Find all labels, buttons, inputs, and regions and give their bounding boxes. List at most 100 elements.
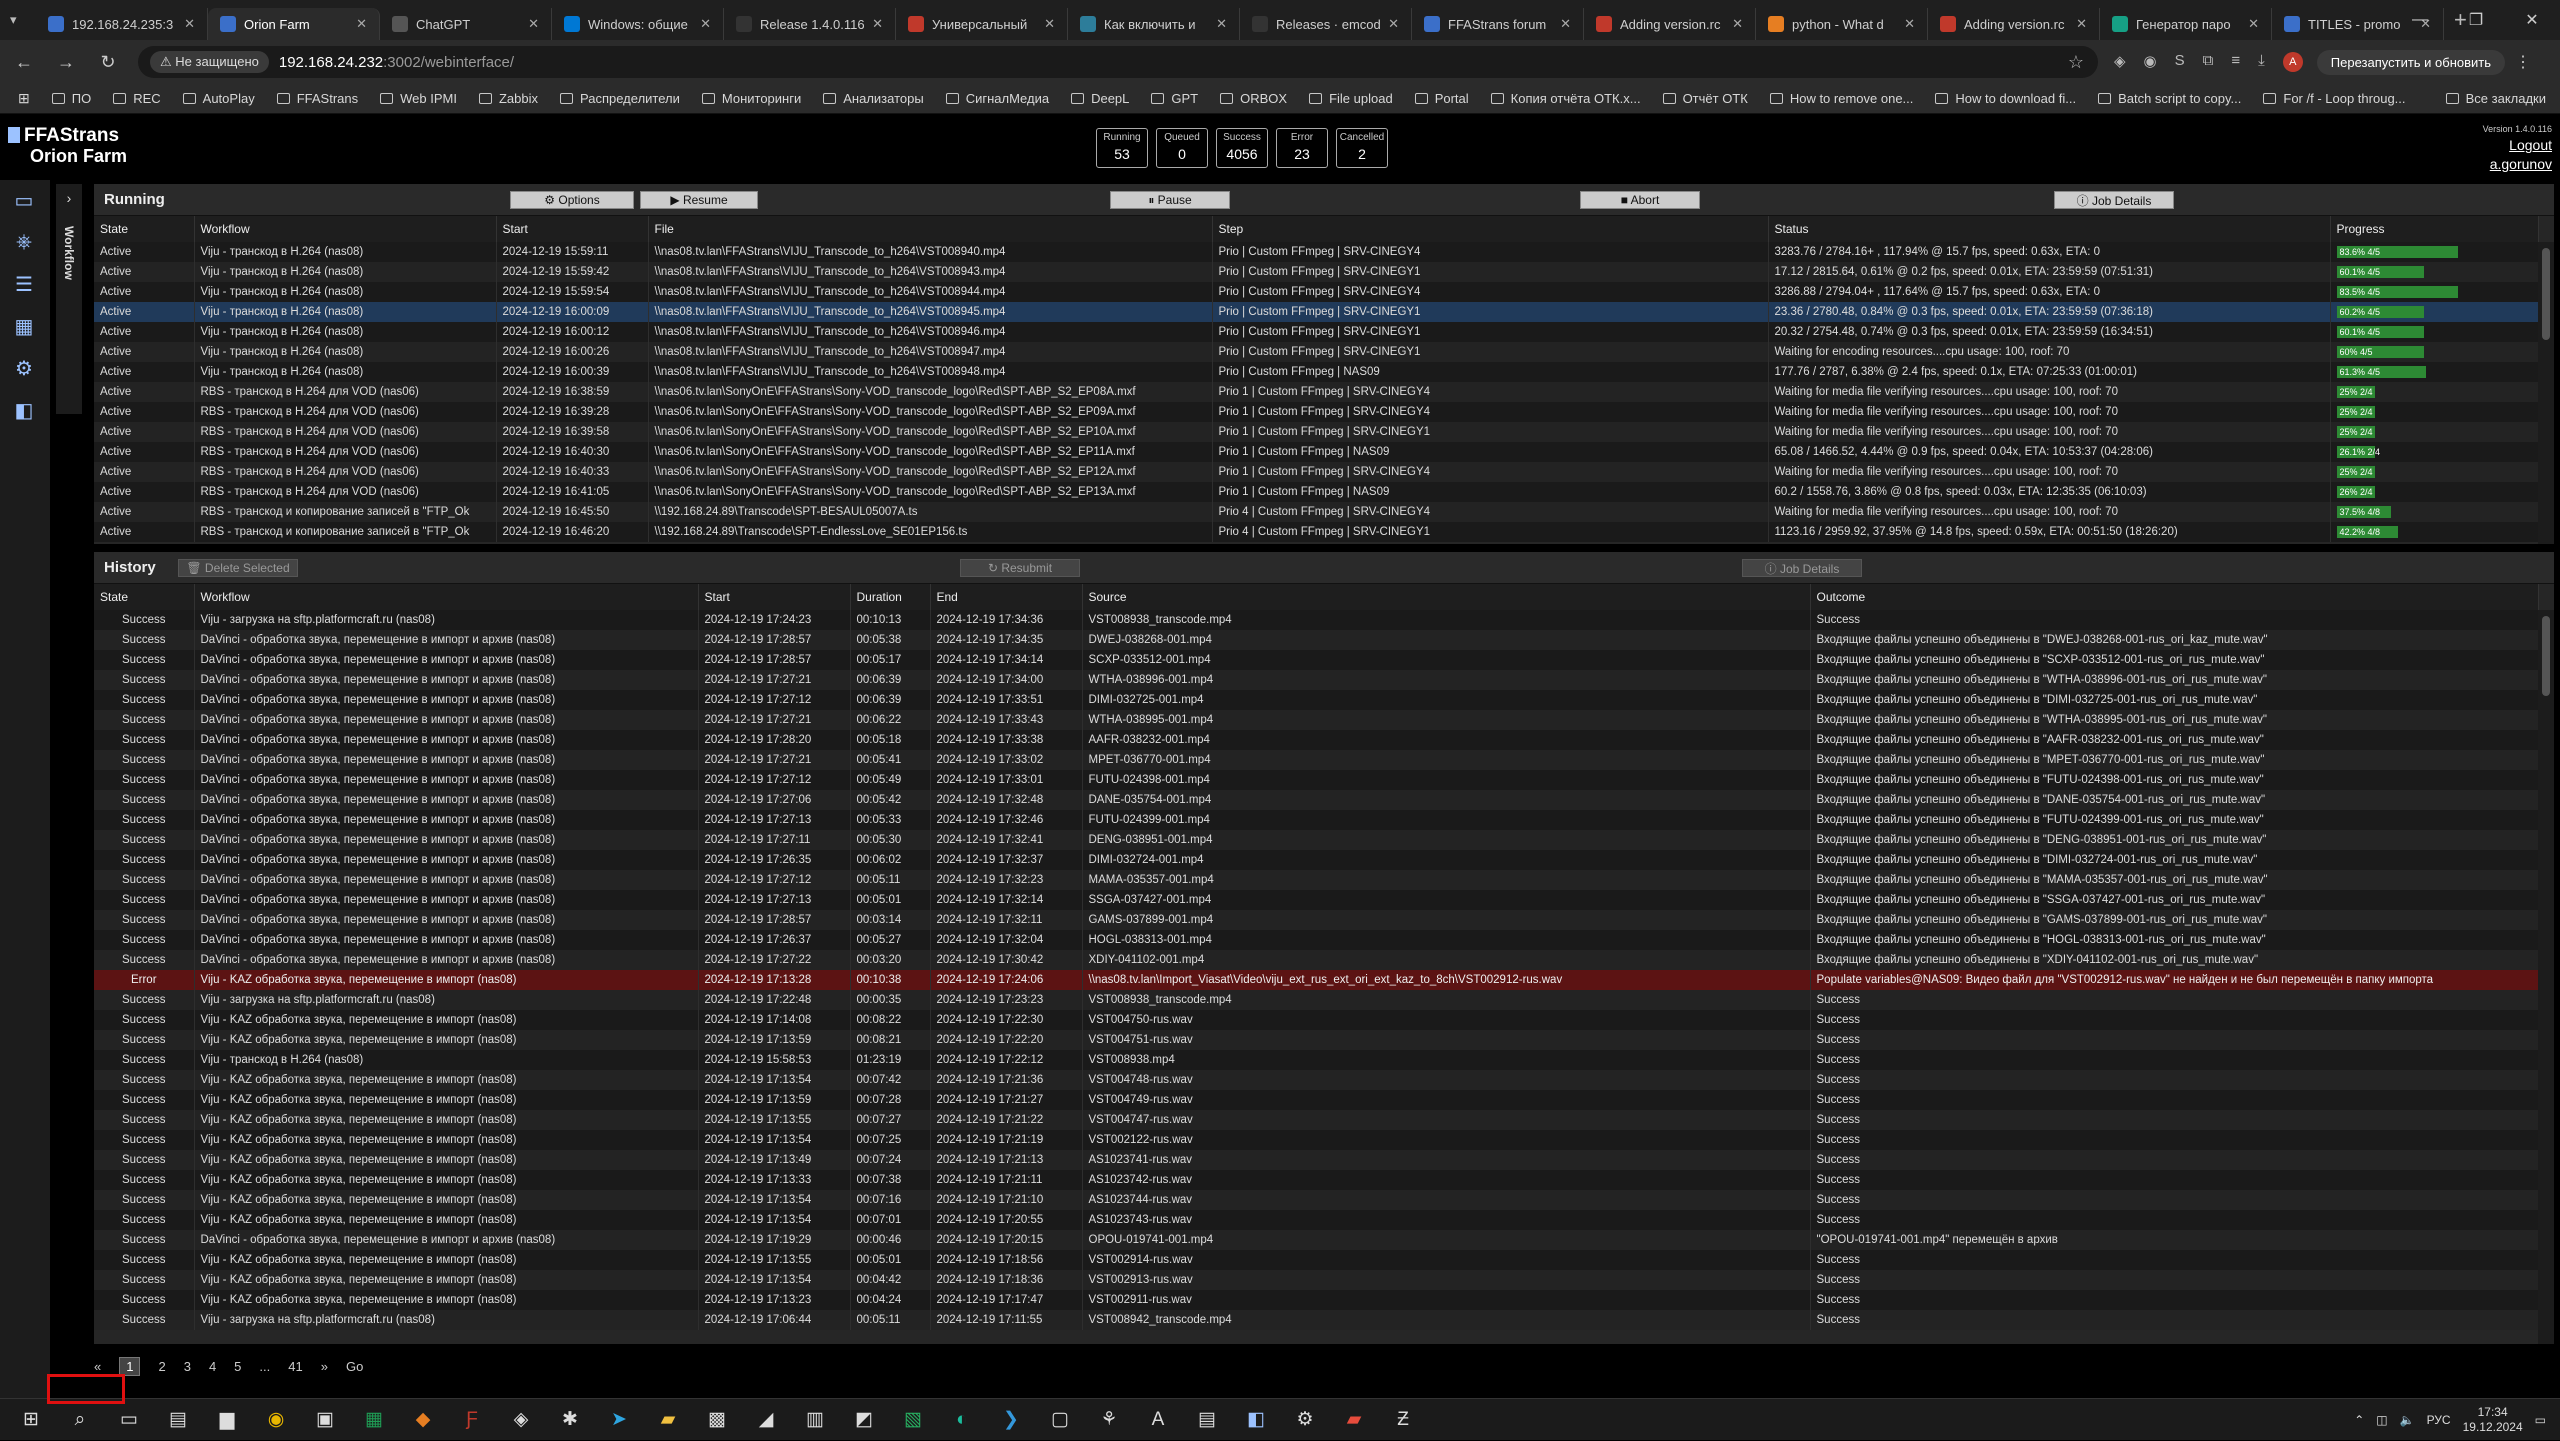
taskbar-app12-icon[interactable]: ⚙	[1287, 1404, 1323, 1436]
chevron-right-icon[interactable]: ›	[56, 190, 82, 206]
taskbar-app13-icon[interactable]: ▰	[1336, 1404, 1372, 1436]
table-row[interactable]: Success DaVinci - обработка звука, переме…	[94, 770, 2539, 790]
table-row[interactable]: Success DaVinci - обработка звука, переме…	[94, 750, 2539, 770]
settings-gear-icon[interactable]: ⚙	[8, 354, 40, 382]
taskbar-monitor-icon[interactable]: ▤	[160, 1404, 196, 1436]
bookmark-item[interactable]: ПО	[51, 91, 91, 106]
bookmark-item[interactable]: How to download fi...	[1935, 91, 2076, 106]
running-col-header[interactable]: Start	[496, 216, 649, 242]
history-col-header[interactable]: End	[930, 584, 1083, 610]
taskbar-powershell-icon[interactable]: ❯	[993, 1404, 1029, 1436]
taskbar-app8-icon[interactable]: ◩	[846, 1404, 882, 1436]
pause-button[interactable]: ⏸ Pause	[1110, 191, 1230, 209]
taskbar-edge-icon[interactable]: ◐	[944, 1404, 980, 1436]
page-link[interactable]: 5	[234, 1359, 241, 1374]
bookmark-item[interactable]: Zabbix	[478, 91, 538, 106]
user-link[interactable]: a.gorunov	[2483, 156, 2552, 172]
bookmark-item[interactable]: Копия отчёта ОТК.х...	[1490, 91, 1641, 106]
page-link[interactable]: 4	[209, 1359, 216, 1374]
bookmark-item[interactable]: DeepL	[1071, 91, 1129, 106]
table-row[interactable]: Success Viju - KAZ обработка звука, перем…	[94, 1290, 2539, 1310]
browser-tab[interactable]: python - What d ✕	[1756, 8, 1928, 40]
browser-tab[interactable]: Как включить и ✕	[1068, 8, 1240, 40]
browser-tab[interactable]: Windows: общие ✕	[552, 8, 724, 40]
resubmit-button[interactable]: ↻ Resubmit	[960, 559, 1080, 577]
taskbar-app5-icon[interactable]: ▩	[699, 1404, 735, 1436]
table-row[interactable]: Success Viju - KAZ обработка звука, перем…	[94, 1010, 2539, 1030]
profile-avatar[interactable]: A	[2282, 52, 2303, 72]
table-row[interactable]: Active RBS - транскод в H.264 для VOD (na…	[94, 442, 2539, 462]
tray-network-icon[interactable]: ◫	[2376, 1413, 2387, 1427]
table-row[interactable]: Active RBS - транскод в H.264 для VOD (na…	[94, 422, 2539, 442]
browser-tab[interactable]: Releases · emcod ✕	[1240, 8, 1412, 40]
bookmark-item[interactable]: ORBOX	[1220, 91, 1287, 106]
bookmark-item[interactable]: Мониторинги	[701, 91, 801, 106]
taskbar-app3-icon[interactable]: ◈	[503, 1404, 539, 1436]
table-row[interactable]: Active Viju - транскод в H.264 (nas08) 202…	[94, 262, 2539, 282]
browser-tab[interactable]: FFAStrans forum ✕	[1412, 8, 1584, 40]
browser-tab[interactable]: Генератор паро ✕	[2100, 8, 2272, 40]
table-row[interactable]: Success DaVinci - обработка звука, переме…	[94, 930, 2539, 950]
taskbar-app14-icon[interactable]: Ƶ	[1385, 1404, 1421, 1436]
bookmark-item[interactable]: GPT	[1151, 91, 1198, 106]
table-row[interactable]: Success DaVinci - обработка звука, переме…	[94, 890, 2539, 910]
taskbar-folder-icon[interactable]: ▰	[650, 1404, 686, 1436]
page-link[interactable]: 1	[119, 1356, 141, 1376]
taskbar-explorer-icon[interactable]: ▆	[209, 1404, 245, 1436]
taskbar-font-icon[interactable]: A	[1140, 1404, 1176, 1436]
scheduler-icon[interactable]: ▦	[8, 312, 40, 340]
forward-button[interactable]: →	[48, 44, 84, 80]
bookmark-item[interactable]: Отчёт ОТК	[1662, 91, 1748, 106]
table-row[interactable]: Success Viju - загрузка на sftp.platformc…	[94, 610, 2539, 630]
table-row[interactable]: Active RBS - транскод в H.264 для VOD (na…	[94, 482, 2539, 502]
table-row[interactable]: Success Viju - KAZ обработка звука, перем…	[94, 1030, 2539, 1050]
apps-grid-icon[interactable]: ⊞	[18, 90, 30, 107]
page-link[interactable]: «	[94, 1359, 101, 1374]
table-row[interactable]: Success Viju - KAZ обработка звука, перем…	[94, 1170, 2539, 1190]
tab-close-icon[interactable]: ✕	[1904, 16, 1915, 32]
running-col-header[interactable]: File	[648, 216, 1213, 242]
table-row[interactable]: Success DaVinci - обработка звука, переме…	[94, 790, 2539, 810]
bookmark-item[interactable]: File upload	[1309, 91, 1393, 106]
extension-fire-icon[interactable]: ◉	[2144, 52, 2157, 72]
tab-close-icon[interactable]: ✕	[1388, 16, 1399, 32]
taskbar-search-icon[interactable]: ⌕	[62, 1404, 98, 1436]
table-row[interactable]: Success Viju - KAZ обработка звука, перем…	[94, 1110, 2539, 1130]
taskbar-ffastrans-icon[interactable]: ◧	[1238, 1404, 1274, 1436]
table-row[interactable]: Success DaVinci - обработка звука, переме…	[94, 730, 2539, 750]
menu-kebab-icon[interactable]: ⋮	[2515, 52, 2531, 72]
close-window-button[interactable]: ✕	[2504, 0, 2560, 40]
not-secure-badge[interactable]: ⚠ Не защищено	[150, 51, 269, 73]
table-row[interactable]: Success Viju - KAZ обработка звука, перем…	[94, 1250, 2539, 1270]
clock[interactable]: 17:34 19.12.2024	[2463, 1405, 2523, 1435]
bookmark-item[interactable]: REC	[113, 91, 161, 106]
tab-close-icon[interactable]: ✕	[184, 16, 195, 32]
taskbar-telegram-icon[interactable]: ➤	[601, 1404, 637, 1436]
taskbar-app2-icon[interactable]: ◆	[405, 1404, 441, 1436]
taskbar-app6-icon[interactable]: ◢	[748, 1404, 784, 1436]
table-row[interactable]: Active RBS - транскод в H.264 для VOD (na…	[94, 382, 2539, 402]
browser-tab[interactable]: Универсальный ✕	[896, 8, 1068, 40]
table-row[interactable]: Success DaVinci - обработка звука, переме…	[94, 850, 2539, 870]
delete-selected-button[interactable]: 🗑 Delete Selected	[178, 559, 298, 577]
counter-cancelled[interactable]: Cancelled 2	[1336, 128, 1388, 168]
bookmark-item[interactable]: Portal	[1414, 91, 1469, 106]
browser-tab[interactable]: Release 1.4.0.116 ✕	[724, 8, 896, 40]
browser-tab[interactable]: Adding version.rc ✕	[1584, 8, 1756, 40]
bookmark-item[interactable]: AutoPlay	[182, 91, 255, 106]
table-row[interactable]: Success Viju - KAZ обработка звука, перем…	[94, 1150, 2539, 1170]
counter-error[interactable]: Error 23	[1276, 128, 1328, 168]
table-row[interactable]: Active Viju - транскод в H.264 (nas08) 202…	[94, 362, 2539, 382]
table-row[interactable]: Success Viju - KAZ обработка звука, перем…	[94, 1090, 2539, 1110]
table-row[interactable]: Active Viju - транскод в H.264 (nas08) 202…	[94, 302, 2539, 322]
table-row[interactable]: Success DaVinci - обработка звука, переме…	[94, 690, 2539, 710]
page-link[interactable]: ...	[259, 1359, 270, 1374]
go-button[interactable]: Go	[346, 1359, 363, 1374]
table-row[interactable]: Success DaVinci - обработка звука, переме…	[94, 1230, 2539, 1250]
browser-tab[interactable]: 192.168.24.235:3 ✕	[36, 8, 208, 40]
tab-close-icon[interactable]: ✕	[2248, 16, 2259, 32]
taskbar-app9-icon[interactable]: ▢	[1042, 1404, 1078, 1436]
bookmark-item[interactable]: СигналМедиа	[945, 91, 1049, 106]
table-row[interactable]: Success Viju - KAZ обработка звука, перем…	[94, 1130, 2539, 1150]
table-row[interactable]: Success DaVinci - обработка звука, переме…	[94, 710, 2539, 730]
